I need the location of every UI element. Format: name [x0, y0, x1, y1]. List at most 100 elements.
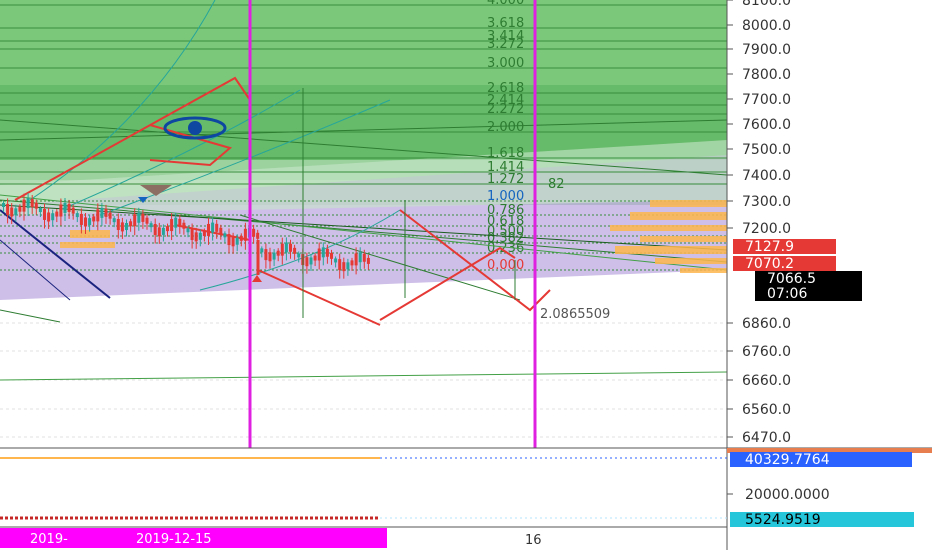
- fib-level-label: 3.000: [487, 56, 524, 71]
- candle-body: [338, 259, 342, 271]
- candle-body: [346, 262, 350, 270]
- candle-body: [190, 229, 194, 241]
- candle-body: [321, 247, 325, 258]
- price-tick-label: 8000.0: [742, 18, 791, 34]
- candle-body: [215, 223, 219, 232]
- candle-body: [6, 203, 10, 215]
- candle-body: [92, 216, 96, 222]
- candle-body: [342, 262, 346, 272]
- time-axis[interactable]: 2019- 2019-12-15 16: [0, 528, 542, 548]
- candle-body: [358, 252, 362, 263]
- candle-body: [305, 257, 309, 267]
- candle-body: [38, 208, 42, 213]
- candle-body: [231, 237, 235, 247]
- candle-body: [75, 213, 79, 218]
- candle-body: [334, 258, 338, 263]
- candle-body: [137, 212, 141, 223]
- fib-level-label: 2.000: [487, 120, 524, 135]
- price-tick-label: 7400.0: [742, 168, 791, 184]
- candle-body: [153, 224, 157, 236]
- candle-body: [47, 212, 51, 222]
- fib-level-label: 4.000: [487, 0, 524, 8]
- candle-body: [256, 232, 260, 239]
- price-tick-label: 7200.0: [742, 221, 791, 237]
- indicator-tag-label: 40329.7764: [745, 452, 830, 468]
- candle-body: [243, 228, 247, 241]
- candle-body: [129, 221, 133, 227]
- candle-body: [141, 213, 145, 222]
- candle-body: [198, 232, 202, 240]
- candle-body: [30, 198, 34, 207]
- candle-body: [325, 248, 329, 257]
- price-tick-label: 6660.0: [742, 373, 791, 389]
- candle-body: [309, 257, 313, 265]
- candle-body: [108, 212, 112, 219]
- candle-body: [88, 218, 92, 226]
- candle-body: [59, 204, 63, 217]
- price-tick-label: 6760.0: [742, 344, 791, 360]
- candle-body: [166, 226, 169, 232]
- candle-body: [362, 253, 366, 262]
- candle-body: [71, 207, 75, 214]
- candle-body: [207, 223, 210, 236]
- candle-body: [174, 217, 178, 228]
- candle-body: [84, 217, 87, 227]
- fib-level-label: 2.272: [487, 102, 524, 117]
- candle-body: [235, 237, 239, 245]
- candle-body: [239, 235, 243, 241]
- candle-body: [284, 242, 288, 253]
- price-tick-label: 7300.0: [742, 194, 791, 210]
- indicator-tick-label: 20000.0000: [745, 487, 830, 503]
- candle-body: [313, 255, 317, 261]
- candle-body: [161, 227, 165, 235]
- candle-body: [178, 218, 182, 227]
- candle-body: [252, 228, 256, 237]
- indicator-tag-label: 5524.9519: [745, 512, 821, 528]
- price-tick-label: 8100.0: [742, 0, 791, 9]
- price-tick-label: 6560.0: [742, 402, 791, 418]
- candle-body: [268, 252, 272, 262]
- candle-body: [354, 253, 358, 266]
- price-tick-label: 6860.0: [742, 316, 791, 332]
- candle-body: [79, 213, 83, 225]
- candle-body: [297, 253, 301, 258]
- candle-body: [120, 222, 124, 232]
- candle-body: [96, 209, 100, 222]
- candle-body: [223, 233, 227, 238]
- fib-level-label: 1.272: [487, 172, 524, 187]
- chart-canvas[interactable]: 4.0003.6183.4143.2723.0002.6182.4142.272…: [0, 0, 932, 550]
- time-tick-label: 16: [525, 533, 542, 548]
- candle-body: [34, 202, 38, 209]
- candle-body: [276, 250, 280, 256]
- time-highlight-label: 2019-: [30, 532, 68, 547]
- measure-label: 2.0865509: [540, 307, 610, 322]
- candle-body: [202, 230, 206, 236]
- candle-body: [26, 198, 30, 209]
- price-axis[interactable]: 8100.0 8000.0 7900.0 7800.0 7700.0 7600.0 7500…: [727, 0, 791, 446]
- candle-body: [10, 207, 14, 217]
- fib-level-label: 1.000: [487, 189, 524, 204]
- candle-body: [260, 248, 264, 253]
- candle-body: [104, 208, 108, 217]
- candle-body: [366, 257, 370, 264]
- price-tag-label: 7127.9: [745, 239, 794, 255]
- candle-body: [227, 234, 231, 246]
- time-highlight-label: 2019-12-15: [136, 532, 212, 547]
- candle-body: [293, 247, 297, 254]
- candle-body: [125, 223, 128, 231]
- price-tags: 7127.97070.27066.507:06: [733, 239, 862, 302]
- indicator-axis[interactable]: 20000.0000: [727, 487, 830, 503]
- candle-body: [211, 222, 215, 233]
- candle-body: [55, 211, 59, 217]
- candle-body: [264, 249, 268, 261]
- candle-body: [317, 248, 321, 261]
- price-tick-label: 7900.0: [742, 42, 791, 58]
- price-tick-label: 6470.0: [742, 430, 791, 446]
- candle-body: [100, 207, 104, 218]
- candle-body: [186, 228, 190, 233]
- candle-body: [182, 222, 186, 229]
- fib-extra-label: 82: [548, 177, 565, 192]
- candle-body: [145, 217, 149, 224]
- candle-body: [18, 206, 22, 212]
- price-tick-label: 7500.0: [742, 142, 791, 158]
